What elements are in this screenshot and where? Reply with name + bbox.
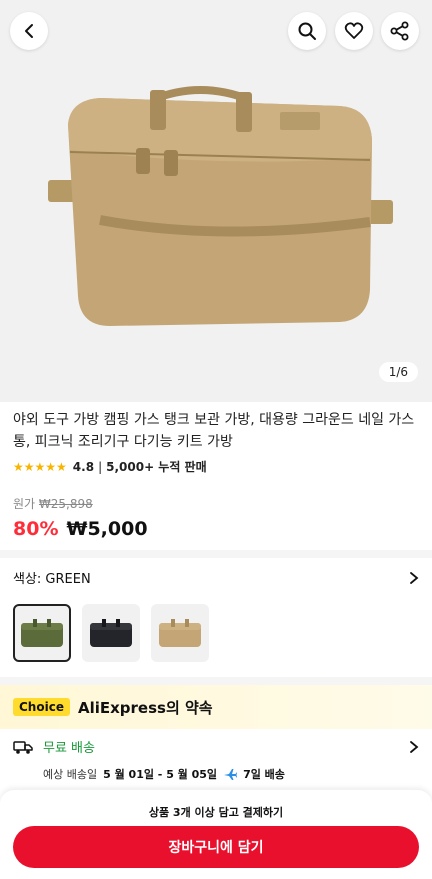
choice-promise-banner[interactable]: Choice AliExpress의 약속 bbox=[0, 685, 432, 729]
back-button[interactable] bbox=[10, 12, 48, 50]
color-label: 색상: GREEN bbox=[13, 572, 91, 587]
color-variant-khaki[interactable] bbox=[151, 604, 209, 662]
bottom-action-bar: 상품 3개 이상 담고 결제하기 장바구니에 담기 bbox=[0, 790, 432, 879]
chevron-right-icon bbox=[410, 740, 419, 753]
truck-icon bbox=[13, 740, 33, 754]
product-title: 야외 도구 가방 캠핑 가스 탱크 보관 가방, 대용량 그라운드 네일 가스통… bbox=[13, 412, 415, 450]
sale-price: ₩5,000 bbox=[66, 518, 148, 540]
original-price: 원가 ₩25,898 bbox=[13, 495, 93, 512]
color-variant-black[interactable] bbox=[82, 604, 140, 662]
sold-count: 5,000+ 누적 판매 bbox=[106, 460, 207, 474]
product-image-gallery[interactable]: 1/6 bbox=[0, 0, 432, 402]
section-divider bbox=[0, 677, 432, 685]
discount-percent: 80% bbox=[13, 518, 59, 540]
add-to-cart-button[interactable]: 장바구니에 담기 bbox=[13, 826, 419, 868]
bundle-promo-text: 상품 3개 이상 담고 결제하기 bbox=[148, 806, 284, 819]
share-icon bbox=[390, 21, 409, 41]
search-icon bbox=[298, 22, 316, 40]
chevron-right-icon bbox=[410, 571, 419, 584]
wishlist-button[interactable] bbox=[335, 12, 373, 50]
variant-bag-thumbnail bbox=[21, 619, 63, 647]
image-page-indicator: 1/6 bbox=[378, 362, 418, 382]
section-divider bbox=[0, 550, 432, 558]
original-price-value: ₩25,898 bbox=[38, 497, 93, 511]
back-arrow-icon bbox=[25, 24, 33, 38]
color-variant-green[interactable] bbox=[13, 604, 71, 662]
delivery-label: 예상 배송일 bbox=[43, 768, 98, 781]
original-price-label: 원가 bbox=[13, 497, 36, 511]
free-shipping-label: 무료 배송 bbox=[43, 741, 95, 756]
product-image bbox=[48, 86, 393, 326]
color-variants bbox=[13, 604, 209, 662]
rating-separator: | bbox=[98, 459, 103, 474]
rating-stars-icon: ★★★★★ bbox=[13, 459, 67, 474]
share-button[interactable] bbox=[381, 12, 419, 50]
airplane-icon bbox=[224, 769, 238, 780]
search-button[interactable] bbox=[288, 12, 326, 50]
variant-bag-thumbnail bbox=[159, 619, 201, 647]
rating-row[interactable]: ★★★★★ 4.8 | 5,000+ 누적 판매 bbox=[13, 458, 207, 475]
choice-title: AliExpress의 약속 bbox=[77, 698, 213, 717]
rating-value: 4.8 bbox=[72, 459, 95, 474]
price-row: 80% ₩5,000 bbox=[13, 518, 148, 540]
heart-icon bbox=[344, 22, 364, 39]
choice-badge: Choice bbox=[13, 698, 70, 716]
color-selector-header[interactable]: 색상: GREEN bbox=[13, 568, 419, 587]
delivery-dates: 5 월 01일 - 5 월 05일 bbox=[103, 768, 218, 781]
variant-bag-thumbnail bbox=[90, 619, 132, 647]
delivery-estimate: 예상 배송일 5 월 01일 - 5 월 05일 7일 배송 bbox=[43, 766, 285, 782]
shipping-row[interactable]: 무료 배송 bbox=[13, 737, 419, 756]
delivery-days: 7일 배송 bbox=[243, 768, 285, 781]
